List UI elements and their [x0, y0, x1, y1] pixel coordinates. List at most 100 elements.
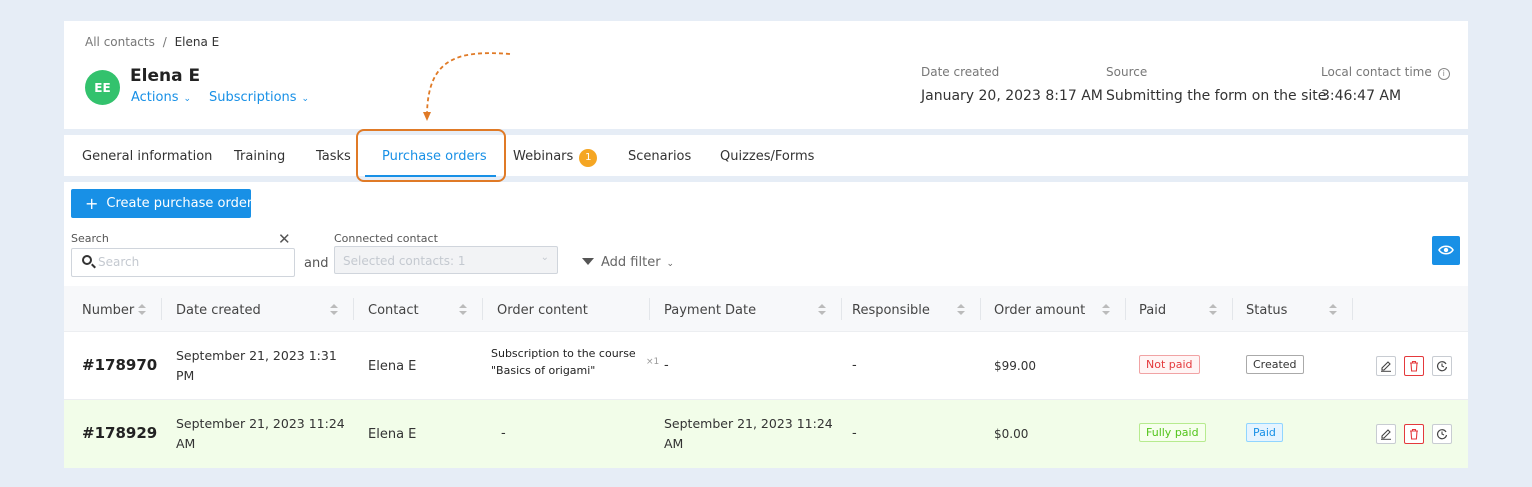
table-row[interactable]: #178929 September 21, 2023 11:24 AM Elen…	[64, 400, 1468, 468]
chevron-down-icon: ⌄	[540, 252, 549, 263]
delete-icon	[1410, 360, 1418, 372]
history-button[interactable]	[1432, 424, 1452, 444]
avatar: EE	[85, 70, 120, 105]
search-field[interactable]	[71, 248, 295, 277]
contact-link[interactable]: Elena E	[368, 359, 416, 374]
breadcrumb-root[interactable]: All contacts	[85, 35, 155, 49]
column-order-content: Order content	[497, 303, 588, 318]
breadcrumb-separator: /	[162, 35, 167, 49]
order-date-created: September 21, 2023 11:24 AM	[176, 414, 345, 454]
order-amount: $99.00	[994, 359, 1036, 373]
add-filter-label: Add filter	[601, 255, 661, 270]
subscriptions-dropdown[interactable]: Subscriptions ⌄	[209, 90, 309, 105]
tab-quizzes-forms[interactable]: Quizzes/Forms	[720, 149, 814, 164]
chevron-down-icon: ⌄	[666, 259, 675, 269]
connected-contact-label: Connected contact	[334, 232, 438, 245]
date-created-value: January 20, 2023 8:17 AM	[921, 88, 1103, 104]
history-icon	[1436, 361, 1448, 372]
chevron-down-icon: ⌄	[301, 94, 310, 104]
item-quantity: ×1	[646, 357, 660, 367]
delete-button[interactable]	[1404, 356, 1424, 376]
clear-icon[interactable]: ✕	[278, 230, 291, 248]
paid-status-cell: Fully paid	[1139, 423, 1206, 442]
tab-webinars-label: Webinars	[513, 149, 574, 164]
paid-status-cell: Not paid	[1139, 355, 1200, 374]
search-label: Search	[71, 232, 109, 245]
content-line: Subscription to the course	[491, 347, 636, 360]
connected-contact-select[interactable]: Selected contacts: 1 ⌄	[334, 246, 558, 274]
column-order-amount[interactable]: Order amount	[994, 303, 1085, 318]
column-date-created[interactable]: Date created	[176, 303, 261, 318]
payment-date: September 21, 2023 11:24 AM	[664, 414, 833, 454]
date-line: AM	[664, 436, 684, 451]
plus-icon: +	[85, 193, 99, 213]
tab-scenarios[interactable]: Scenarios	[628, 149, 691, 164]
paid-badge: Not paid	[1139, 355, 1200, 374]
info-icon[interactable]: i	[1437, 68, 1450, 80]
order-number[interactable]: #178929	[82, 424, 157, 442]
subscriptions-label: Subscriptions	[209, 90, 297, 105]
payment-date: -	[664, 358, 669, 373]
delete-button[interactable]	[1404, 424, 1424, 444]
and-label: and	[304, 256, 329, 271]
order-amount: $0.00	[994, 427, 1029, 441]
search-input[interactable]	[98, 255, 278, 269]
breadcrumb: All contacts / Elena E	[85, 35, 219, 49]
chevron-down-icon: ⌄	[183, 94, 192, 104]
funnel-icon	[582, 258, 594, 265]
status-cell: Paid	[1246, 423, 1283, 442]
source-link[interactable]: Submitting the form on the site	[1106, 88, 1326, 104]
column-payment-date[interactable]: Payment Date	[664, 303, 756, 318]
create-purchase-order-label: Create purchase order	[106, 196, 253, 211]
local-time-header: Local contact time i	[1321, 65, 1450, 80]
content-line: "Basics of origami"	[491, 364, 596, 377]
table-header: Number Date created Contact Order conten…	[64, 286, 1468, 332]
order-content: -	[501, 426, 506, 441]
column-number[interactable]: Number	[82, 303, 134, 318]
date-line: AM	[176, 436, 196, 451]
table-row[interactable]: #178970 September 21, 2023 1:31 PM Elena…	[64, 332, 1468, 400]
local-time-value: 3:46:47 AM	[1321, 88, 1402, 104]
date-line: PM	[176, 368, 195, 383]
search-icon	[82, 255, 92, 265]
contact-header: All contacts / Elena E EE Elena E Action…	[64, 21, 1468, 129]
status-badge: Created	[1246, 355, 1304, 374]
column-contact[interactable]: Contact	[368, 303, 419, 318]
date-line: September 21, 2023 11:24	[664, 416, 833, 431]
actions-label: Actions	[131, 90, 179, 105]
annotation-arrow	[423, 52, 511, 121]
column-paid[interactable]: Paid	[1139, 303, 1166, 318]
actions-dropdown[interactable]: Actions ⌄	[131, 90, 191, 105]
status-cell: Created	[1246, 355, 1304, 374]
tab-bar: General information Training Tasks Purch…	[64, 135, 1468, 177]
edit-button[interactable]	[1376, 424, 1396, 444]
order-content: Subscription to the course "Basics of or…	[485, 345, 659, 381]
column-visibility-button[interactable]	[1432, 236, 1460, 265]
webinars-badge: 1	[579, 149, 598, 167]
tab-general-information[interactable]: General information	[82, 149, 212, 164]
tab-tasks[interactable]: Tasks	[316, 149, 351, 164]
tab-webinars[interactable]: Webinars 1	[513, 149, 598, 167]
column-status[interactable]: Status	[1246, 303, 1287, 318]
history-icon	[1436, 429, 1448, 440]
contact-link[interactable]: Elena E	[368, 427, 416, 442]
edit-button[interactable]	[1376, 356, 1396, 376]
date-line: September 21, 2023 1:31	[176, 348, 337, 363]
contact-name: Elena E	[130, 66, 201, 86]
responsible: -	[852, 358, 857, 373]
local-time-label: Local contact time	[1321, 65, 1432, 79]
history-button[interactable]	[1432, 356, 1452, 376]
order-date-created: September 21, 2023 1:31 PM	[176, 346, 337, 386]
eye-icon	[1438, 245, 1454, 255]
column-responsible[interactable]: Responsible	[852, 303, 930, 318]
responsible: -	[852, 426, 857, 441]
tab-training[interactable]: Training	[234, 149, 285, 164]
delete-icon	[1410, 428, 1418, 440]
paid-badge: Fully paid	[1139, 423, 1206, 442]
create-purchase-order-button[interactable]: + Create purchase order	[71, 189, 253, 218]
tab-highlight-annotation	[356, 129, 506, 182]
order-number[interactable]: #178970	[82, 356, 157, 374]
add-filter-button[interactable]: Add filter ⌄	[582, 255, 674, 270]
breadcrumb-current: Elena E	[174, 35, 220, 49]
status-badge: Paid	[1246, 423, 1283, 442]
